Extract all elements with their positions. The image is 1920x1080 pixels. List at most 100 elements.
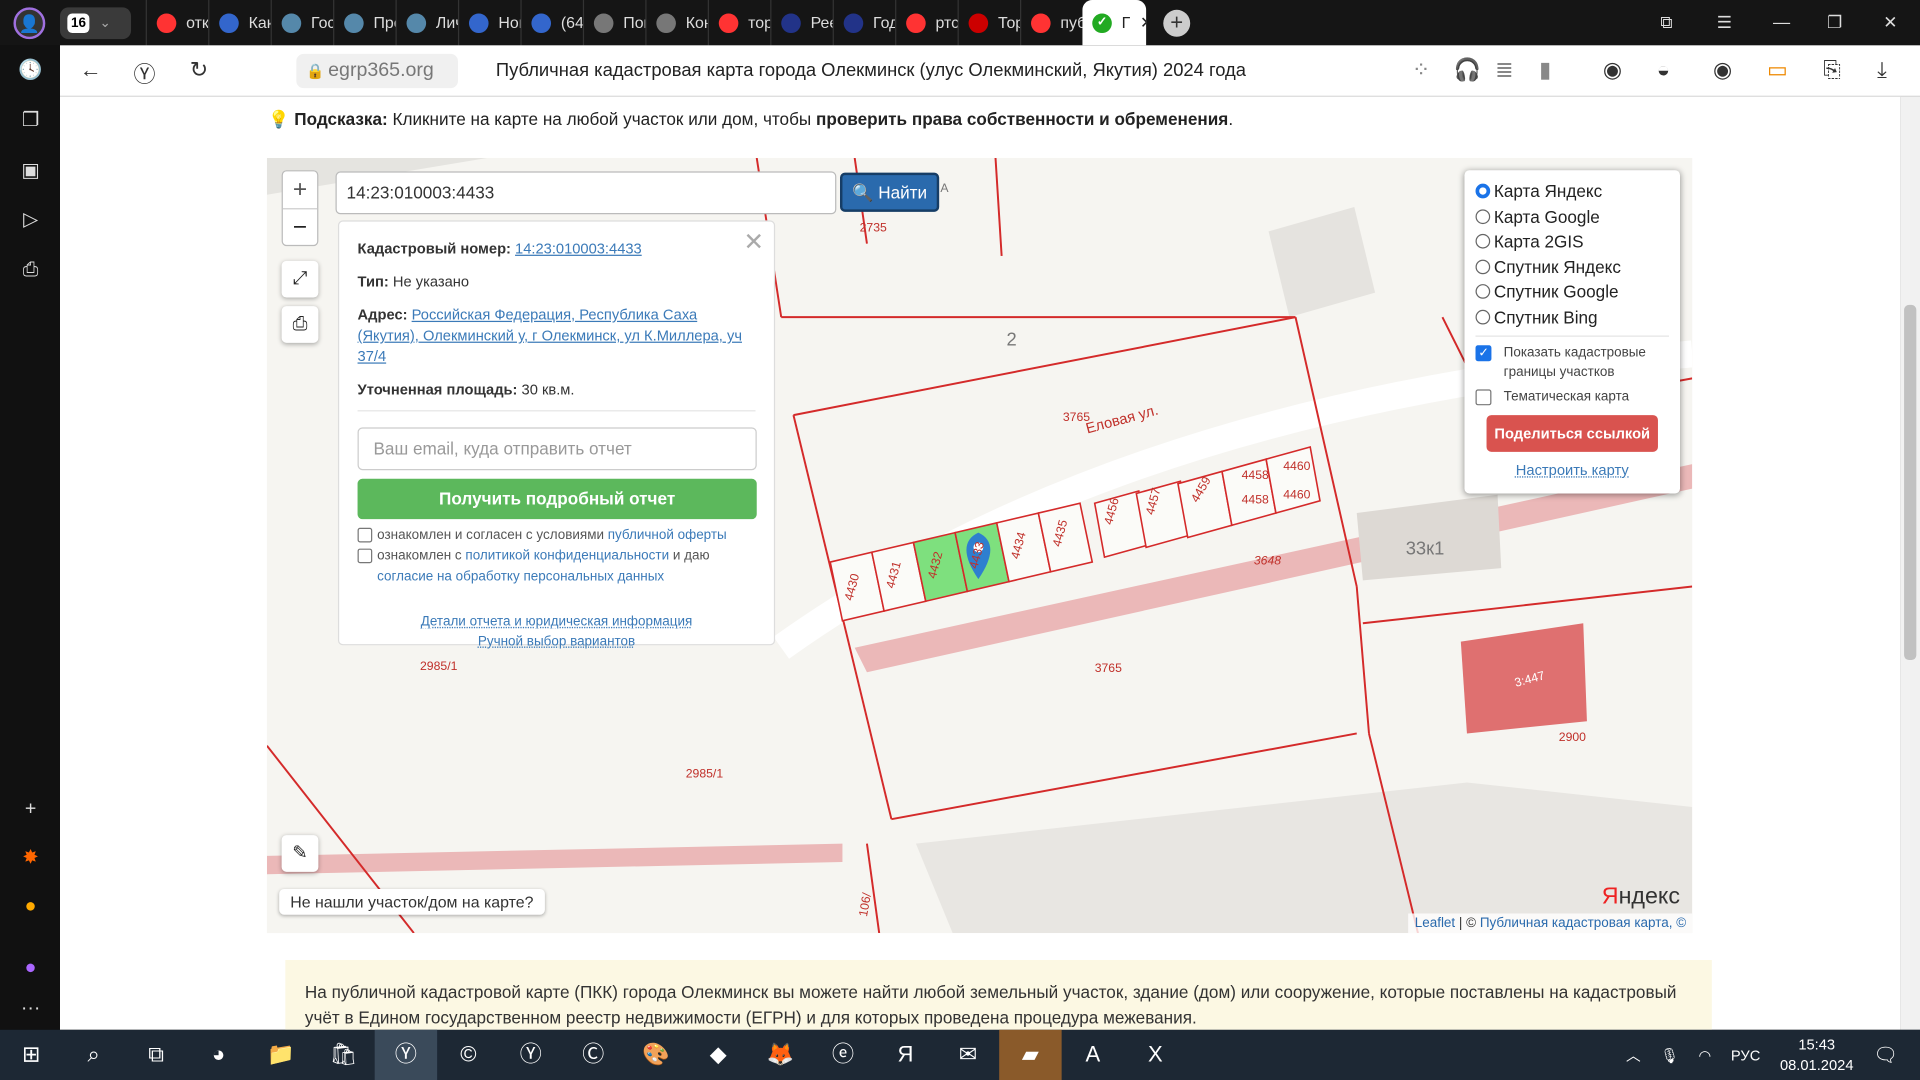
alice-icon[interactable]: ● [17, 955, 44, 982]
not-found-button[interactable]: Не нашли участок/дом на карте? [279, 888, 545, 915]
close-icon[interactable]: ✕ [744, 227, 765, 258]
url-field[interactable]: 🔒 egrp365.org [296, 53, 458, 89]
history-icon[interactable]: 🕓 [17, 58, 44, 85]
consent-link[interactable]: согласие на обработку персональных данны… [377, 569, 664, 584]
offer-checkbox[interactable] [357, 527, 373, 543]
back-icon[interactable]: ← [80, 58, 102, 84]
more-icon[interactable]: ··· [17, 996, 44, 1023]
screenshot-icon[interactable]: ⎙ [17, 257, 44, 284]
layer-option[interactable]: Спутник Яндекс [1475, 254, 1669, 279]
wifi-icon[interactable]: ◠ [1699, 1046, 1712, 1063]
edge-icon[interactable]: ◕ [187, 1030, 249, 1080]
app-icon[interactable]: ● [17, 894, 44, 921]
radio-button[interactable] [1475, 183, 1491, 199]
radio-button[interactable] [1475, 259, 1491, 274]
manual-choice-link[interactable]: Ручной выбор вариантов [358, 634, 756, 649]
file-explorer-icon[interactable]: 📁 [250, 1030, 312, 1080]
yandex-browser-icon[interactable]: Ⓨ [500, 1030, 562, 1080]
new-tab-button[interactable]: + [1163, 9, 1191, 37]
headphones-icon[interactable]: 🎧 [1453, 58, 1480, 84]
layer-option[interactable]: Карта Google [1475, 204, 1669, 229]
browser-tab[interactable]: откр [145, 0, 208, 46]
calendar-icon[interactable]: ▣ [17, 158, 44, 185]
battery-icon[interactable]: ▭ [1767, 58, 1788, 84]
zoom-in-button[interactable]: + [283, 171, 317, 208]
browser-tab-active[interactable]: ✓ Г ✕ [1082, 0, 1147, 46]
email-input[interactable]: Ваш email, куда отправить отчет [357, 427, 757, 471]
privacy-link[interactable]: политикой конфиденциальности [465, 549, 669, 564]
close-window-button[interactable]: ✕ [1883, 0, 1897, 45]
download-icon[interactable]: ⤓ [1877, 58, 1887, 84]
kinopoisk-icon[interactable]: ✸ [17, 845, 44, 872]
browser-tab[interactable]: (645 [520, 0, 583, 46]
add-icon[interactable]: + [17, 796, 44, 823]
cad-number-link[interactable]: 14:23:010003:4433 [515, 240, 642, 257]
zoom-out-button[interactable]: − [282, 208, 318, 245]
language-indicator[interactable]: РУС [1731, 1046, 1760, 1063]
tabs-manager-icon[interactable]: ⧉ [1660, 0, 1672, 45]
pkk-link[interactable]: Публичная кадастровая карта, © [1480, 916, 1686, 931]
leaflet-link[interactable]: Leaflet [1415, 916, 1455, 931]
browser-tab[interactable]: Нов [457, 0, 520, 46]
browser-tab[interactable]: Личн [395, 0, 458, 46]
excel-icon[interactable]: X [1124, 1030, 1186, 1080]
details-link[interactable]: Детали отчета и юридическая информация [358, 615, 756, 630]
browser-tab[interactable]: публ [1020, 0, 1082, 46]
menu-icon[interactable]: ☰ [1717, 0, 1732, 45]
page-scrollbar[interactable] [1900, 96, 1920, 1030]
layer-option[interactable]: Карта Яндекс [1475, 179, 1669, 204]
extension-icon[interactable]: ◉ [1713, 58, 1732, 84]
yandex-icon[interactable]: Я [874, 1030, 936, 1080]
c-app-icon[interactable]: Ⓒ [562, 1030, 624, 1080]
browser-tab[interactable]: Прос [333, 0, 396, 46]
radio-button[interactable] [1475, 284, 1491, 300]
apps-icon[interactable]: ⁘ [1412, 58, 1430, 84]
reload-icon[interactable]: ↻ [190, 58, 208, 84]
play-icon[interactable]: ▷ [17, 207, 44, 234]
reader-icon[interactable]: ≣ [1495, 58, 1513, 84]
layer-option[interactable]: Карта 2GIS [1475, 229, 1669, 254]
yandex-browser-icon[interactable]: Ⓨ [374, 1029, 438, 1080]
tab-count-button[interactable]: 16 ⌄ [60, 6, 132, 39]
scrollbar-thumb[interactable] [1904, 304, 1917, 661]
thematic-checkbox[interactable] [1475, 389, 1492, 406]
minimize-button[interactable]: — [1773, 0, 1790, 45]
fullscreen-button[interactable]: ⤢ [281, 260, 319, 298]
restore-button[interactable]: ❐ [1827, 0, 1842, 45]
cadastral-map[interactable]: 2735 2 3765 Еловая ул. 4430 4431 4432 4433 4434 4… [266, 157, 1693, 934]
share-link-button[interactable]: Поделиться ссылкой [1486, 415, 1658, 452]
collections-icon[interactable]: ❐ [17, 108, 44, 135]
browser-tab[interactable]: Рее [770, 0, 833, 46]
extension-icon[interactable]: ◉ [1603, 58, 1622, 84]
print-button[interactable]: ⎙ [281, 306, 319, 343]
browser-tab[interactable]: Пои [582, 0, 645, 46]
radio-button[interactable] [1475, 209, 1491, 224]
configure-map-link[interactable]: Настроить карту [1476, 462, 1669, 479]
acrobat-icon[interactable]: A [1062, 1030, 1124, 1080]
sidebar-toggle-icon[interactable]: ⎘ [1823, 58, 1841, 84]
notifications-icon[interactable]: 🗨 [1873, 1043, 1898, 1067]
chevron-up-icon[interactable]: ︿ [1626, 1044, 1641, 1065]
clock[interactable]: 15:43 08.01.2024 [1780, 1034, 1854, 1076]
extension-icon[interactable]: ◒ [1657, 58, 1670, 84]
browser-tab[interactable]: Кон [645, 0, 708, 46]
privacy-checkbox[interactable] [357, 548, 373, 564]
browser-tab[interactable]: Госу [270, 0, 333, 46]
sticky-notes-icon[interactable]: ▰ [999, 1029, 1062, 1080]
mail-icon[interactable]: ✉ [937, 1030, 999, 1080]
layer-option[interactable]: Спутник Google [1475, 279, 1669, 304]
ie-icon[interactable]: ⓔ [812, 1030, 874, 1080]
offer-link[interactable]: публичной оферты [608, 528, 727, 543]
browser-tab[interactable]: ртс [895, 0, 958, 46]
browser-tab[interactable]: Тор [957, 0, 1020, 46]
browser-tab[interactable]: Годс [832, 0, 895, 46]
address-link[interactable]: Российская Федерация, Республика Саха (Я… [358, 306, 742, 365]
layer-option[interactable]: Спутник Bing [1475, 304, 1669, 329]
windows-start-icon[interactable]: ⊞ [0, 1030, 62, 1080]
close-tab-icon[interactable]: ✕ [1140, 13, 1146, 33]
browser-tab[interactable]: торг [707, 0, 770, 46]
ruler-button[interactable]: ✎ [281, 835, 319, 872]
yandex-home-icon[interactable]: Ⓨ [133, 58, 155, 90]
radio-button[interactable] [1475, 309, 1491, 325]
firefox-icon[interactable]: 🦊 [749, 1030, 811, 1080]
